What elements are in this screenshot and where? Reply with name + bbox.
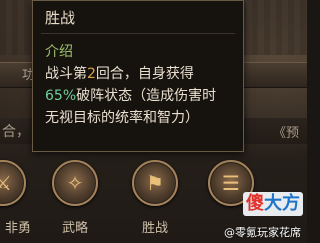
skill-label-shengzhan: 胜战 [141, 221, 168, 236]
tooltip-divider [41, 33, 235, 34]
description-right-text: 《预 [272, 126, 299, 141]
tooltip-line-2: 65%破阵状态（造成伤害时 [45, 88, 217, 104]
tooltip-title: 胜战 [45, 9, 76, 27]
fan-icon: ✧ [66, 171, 84, 195]
skill-slot-feiyong[interactable]: ⚔ [0, 160, 26, 206]
tooltip-line-3: 无视目标的统率和智力） [45, 110, 199, 126]
tooltip-line-1: 战斗第2回合，自身获得 [45, 66, 194, 82]
skill-slot-shengzhan[interactable]: ⚑ [132, 160, 178, 206]
info-bar-left-text: 功 [22, 68, 36, 83]
description-left-text: 合， [2, 124, 30, 140]
tooltip-section-label: 介绍 [45, 44, 73, 60]
banner-icon: ⚑ [146, 171, 164, 195]
skill-slot-wulue[interactable]: ✧ [52, 160, 98, 206]
chance-percent: 65% [45, 88, 77, 104]
round-number: 2 [87, 66, 96, 82]
watermark-logo: 傻大方 [243, 192, 303, 216]
skill-label-feiyong: 非勇 [4, 221, 31, 236]
sword-icon: ⚔ [0, 171, 12, 195]
skill-tooltip: 胜战 介绍 战斗第2回合，自身获得 65%破阵状态（造成伤害时 无视目标的统率和… [32, 0, 244, 152]
skill-label-wulue: 武略 [61, 221, 88, 236]
tooltip-description: 战斗第2回合，自身获得 65%破阵状态（造成伤害时 无视目标的统率和智力） [45, 63, 241, 129]
watermark-caption: @零氪玩家花席 [224, 226, 301, 239]
